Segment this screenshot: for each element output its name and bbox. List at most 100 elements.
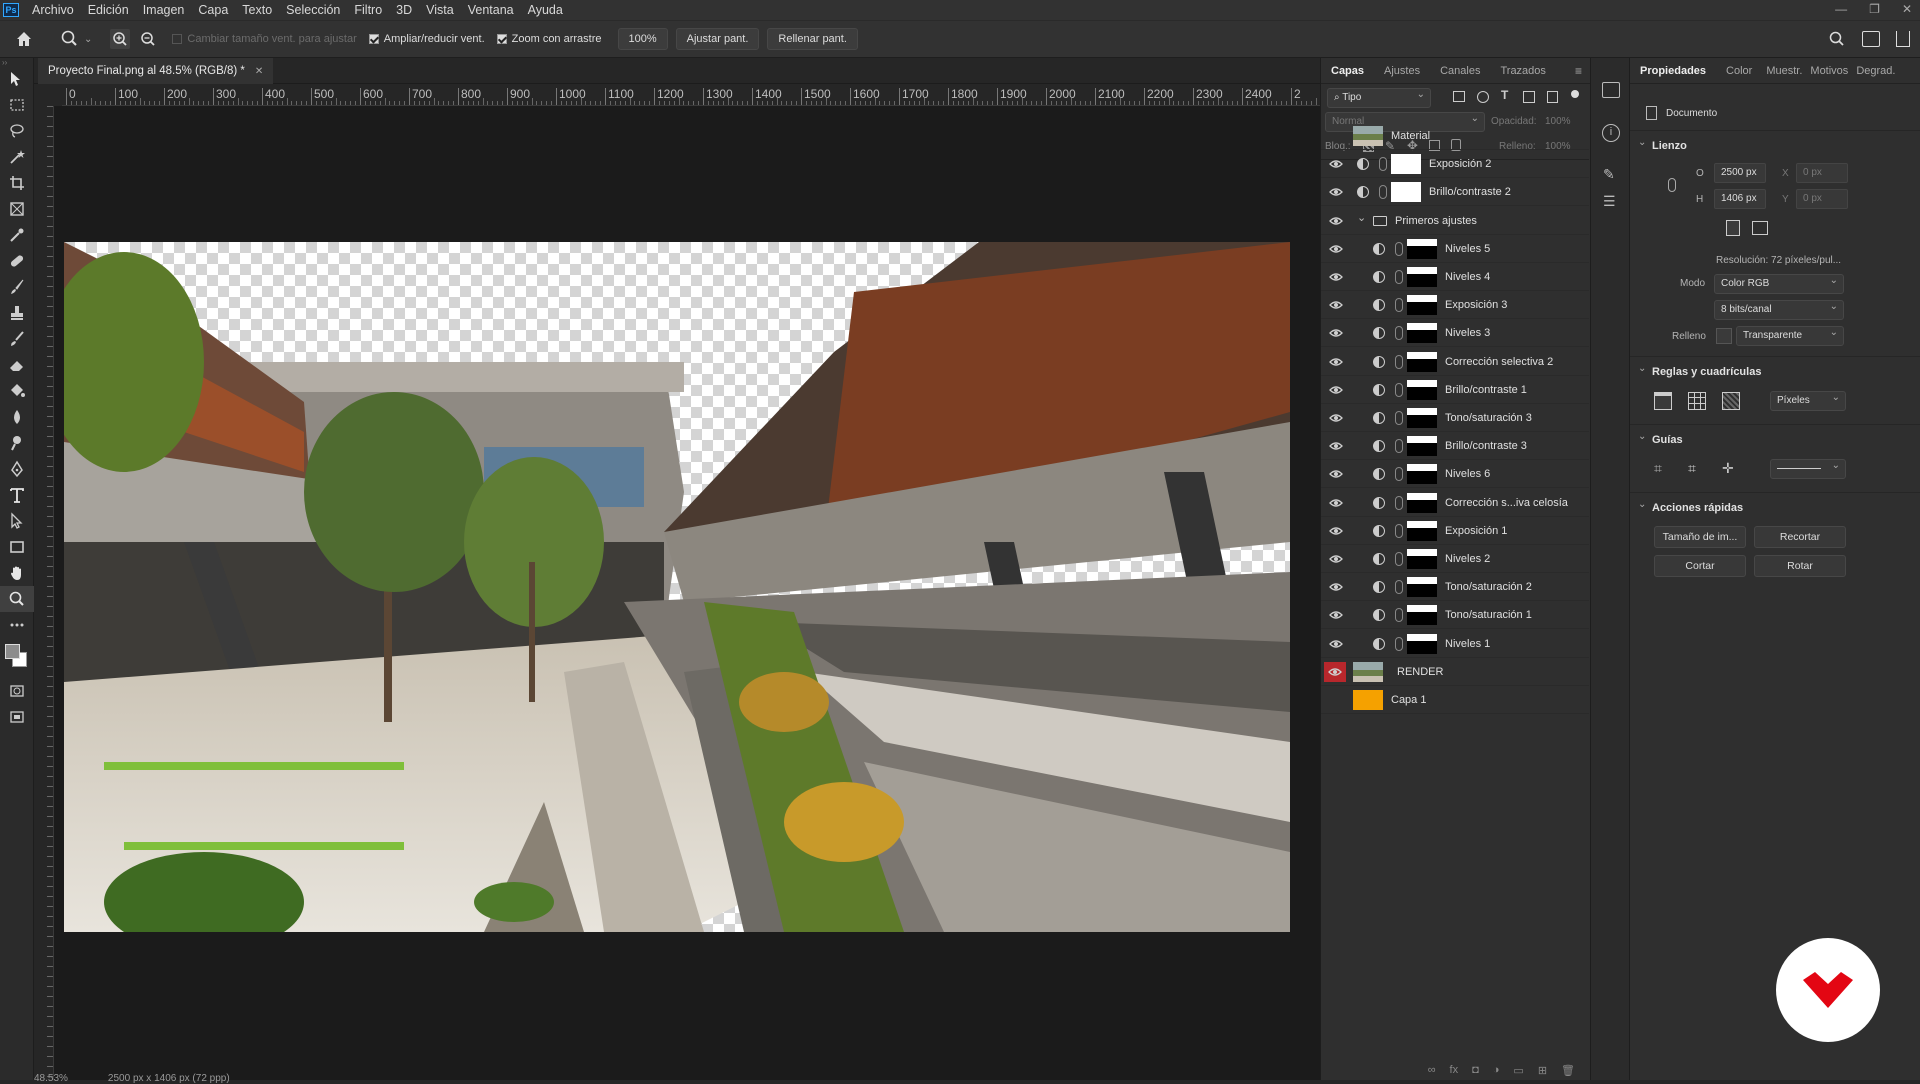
layer-mask-thumbnail[interactable] xyxy=(1391,182,1421,203)
info-icon[interactable]: i xyxy=(1602,124,1620,142)
menu-edicion[interactable]: Edición xyxy=(81,3,136,17)
visibility-eye-icon[interactable] xyxy=(1329,497,1343,509)
layer-row[interactable]: Niveles 5 xyxy=(1321,235,1589,263)
layer-mask-thumbnail[interactable] xyxy=(1407,464,1437,485)
visibility-eye-icon[interactable] xyxy=(1329,581,1343,593)
document-canvas[interactable]: 48.53% 2500 px x 1406 px (72 ppp) xyxy=(34,106,1320,1084)
visibility-eye-icon[interactable] xyxy=(1329,553,1343,565)
layer-mask-thumbnail[interactable] xyxy=(1407,605,1437,626)
adjust-sliders-icon[interactable]: ☰ xyxy=(1603,193,1616,210)
mask-link-icon[interactable] xyxy=(1379,185,1387,200)
document-tab[interactable]: Proyecto Final.png al 48.5% (RGB/8) * ✕ xyxy=(38,58,274,84)
filter-toggle-icon[interactable] xyxy=(1571,90,1579,98)
layer-row[interactable]: Brillo/contraste 2 xyxy=(1321,178,1589,207)
layer-mask-thumbnail[interactable] xyxy=(1407,633,1437,654)
menu-imagen[interactable]: Imagen xyxy=(136,3,192,17)
layer-row[interactable]: Exposición 2 xyxy=(1321,150,1589,179)
panel-menu-icon[interactable]: ≡ xyxy=(1575,64,1582,78)
color-mode-select[interactable]: Color RGB xyxy=(1714,274,1844,294)
tab-canales[interactable]: Canales xyxy=(1430,65,1490,77)
link-dimensions-icon[interactable] xyxy=(1668,178,1676,192)
y-field[interactable]: 0 px xyxy=(1796,189,1848,209)
render-image[interactable] xyxy=(64,242,1290,932)
mask-link-icon[interactable] xyxy=(1395,439,1403,454)
clone-stamp-icon[interactable] xyxy=(0,300,34,326)
fill-swatch[interactable] xyxy=(1716,328,1732,344)
layer-mask-thumbnail[interactable] xyxy=(1407,238,1437,259)
layer-row[interactable]: Niveles 6 xyxy=(1321,460,1589,489)
chevron-down-icon[interactable]: ⌄ xyxy=(84,34,92,45)
layer-row[interactable]: Niveles 4 xyxy=(1321,263,1589,291)
eraser-icon[interactable] xyxy=(0,352,34,378)
new-group-icon[interactable]: ▭ xyxy=(1513,1064,1523,1077)
path-selection-icon[interactable] xyxy=(0,508,34,534)
mask-link-icon[interactable] xyxy=(1395,411,1403,425)
new-adjustment-icon[interactable]: ◑ xyxy=(1493,1064,1500,1076)
visibility-eye-icon[interactable] xyxy=(1329,158,1343,170)
mask-link-icon[interactable] xyxy=(1395,636,1403,651)
search-icon[interactable] xyxy=(1828,30,1846,48)
layer-row[interactable]: Brillo/contraste 3 xyxy=(1321,432,1589,461)
workspace-icon[interactable] xyxy=(1862,31,1880,47)
mask-link-icon[interactable] xyxy=(1395,270,1403,284)
pen-tool-icon[interactable] xyxy=(0,456,34,482)
filter-adjustment-icon[interactable] xyxy=(1477,91,1489,103)
dodge-tool-icon[interactable] xyxy=(0,430,34,456)
layer-thumbnail[interactable] xyxy=(1353,690,1383,710)
layer-mask-thumbnail[interactable] xyxy=(1407,492,1437,513)
foreground-color-swatch[interactable] xyxy=(5,644,20,659)
filter-shape-icon[interactable] xyxy=(1523,91,1535,103)
height-field[interactable]: 1406 px xyxy=(1714,189,1766,209)
visibility-eye-icon[interactable] xyxy=(1329,609,1343,621)
menu-capa[interactable]: Capa xyxy=(191,3,235,17)
layer-filter-select[interactable]: ⌕ Tipo xyxy=(1327,88,1431,108)
visibility-eye-icon[interactable] xyxy=(1329,130,1343,142)
bit-depth-select[interactable]: 8 bits/canal xyxy=(1714,300,1844,320)
chevron-down-icon[interactable]: ⌄ xyxy=(1638,363,1646,374)
filter-text-icon[interactable]: T xyxy=(1501,88,1508,102)
filter-pixel-icon[interactable] xyxy=(1453,91,1465,102)
delete-layer-icon[interactable]: 🗑 xyxy=(1561,1064,1575,1077)
zoom-100-button[interactable]: 100% xyxy=(617,28,668,50)
menu-ventana[interactable]: Ventana xyxy=(461,3,521,17)
home-icon[interactable] xyxy=(14,29,34,49)
fit-screen-button[interactable]: Ajustar pant. xyxy=(675,28,760,50)
portrait-orientation-icon[interactable] xyxy=(1726,220,1740,236)
guides-new-icon[interactable]: ⌗ xyxy=(1688,460,1696,477)
crop-tool-icon[interactable] xyxy=(0,170,34,196)
close-tab-icon[interactable]: ✕ xyxy=(255,66,263,77)
crop-button[interactable]: Recortar xyxy=(1754,526,1846,548)
layer-row[interactable]: Niveles 3 xyxy=(1321,319,1589,348)
chevron-down-icon[interactable]: ⌄ xyxy=(1638,499,1646,510)
grid-toggle-icon[interactable] xyxy=(1688,392,1706,410)
frame-tool-icon[interactable] xyxy=(0,196,34,222)
tab-motivos[interactable]: Motivos xyxy=(1806,65,1852,77)
visibility-eye-icon[interactable] xyxy=(1324,661,1346,682)
layer-thumbnail[interactable] xyxy=(1353,126,1383,146)
marquee-tool-icon[interactable] xyxy=(0,92,34,118)
mask-link-icon[interactable] xyxy=(1395,467,1403,482)
history-icon[interactable] xyxy=(1602,82,1620,98)
visibility-eye-icon[interactable] xyxy=(1329,694,1343,706)
fill-select[interactable]: Transparente xyxy=(1736,326,1844,346)
layer-row[interactable]: Brillo/contraste 1 xyxy=(1321,376,1589,404)
width-field[interactable]: 2500 px xyxy=(1714,163,1766,183)
layer-row[interactable]: RENDER xyxy=(1321,657,1589,686)
quick-mask-icon[interactable] xyxy=(0,678,34,704)
layer-mask-thumbnail[interactable] xyxy=(1407,577,1437,598)
pixel-grid-icon[interactable] xyxy=(1722,392,1740,410)
visibility-eye-icon[interactable] xyxy=(1329,299,1343,311)
mask-link-icon[interactable] xyxy=(1395,382,1403,397)
minimize-icon[interactable]: — xyxy=(1835,2,1847,16)
eyedropper-icon[interactable] xyxy=(0,222,34,248)
menu-texto[interactable]: Texto xyxy=(235,3,279,17)
tab-color[interactable]: Color xyxy=(1716,65,1762,77)
chevron-down-icon[interactable]: ⌄ xyxy=(1357,211,1366,224)
visibility-eye-icon[interactable] xyxy=(1329,356,1343,368)
visibility-eye-icon[interactable] xyxy=(1329,468,1343,480)
layer-row[interactable]: Corrección selectiva 2 xyxy=(1321,348,1589,376)
mask-link-icon[interactable] xyxy=(1395,523,1403,538)
history-brush-icon[interactable] xyxy=(0,326,34,352)
layer-mask-thumbnail[interactable] xyxy=(1407,549,1437,569)
mask-link-icon[interactable] xyxy=(1395,552,1403,566)
